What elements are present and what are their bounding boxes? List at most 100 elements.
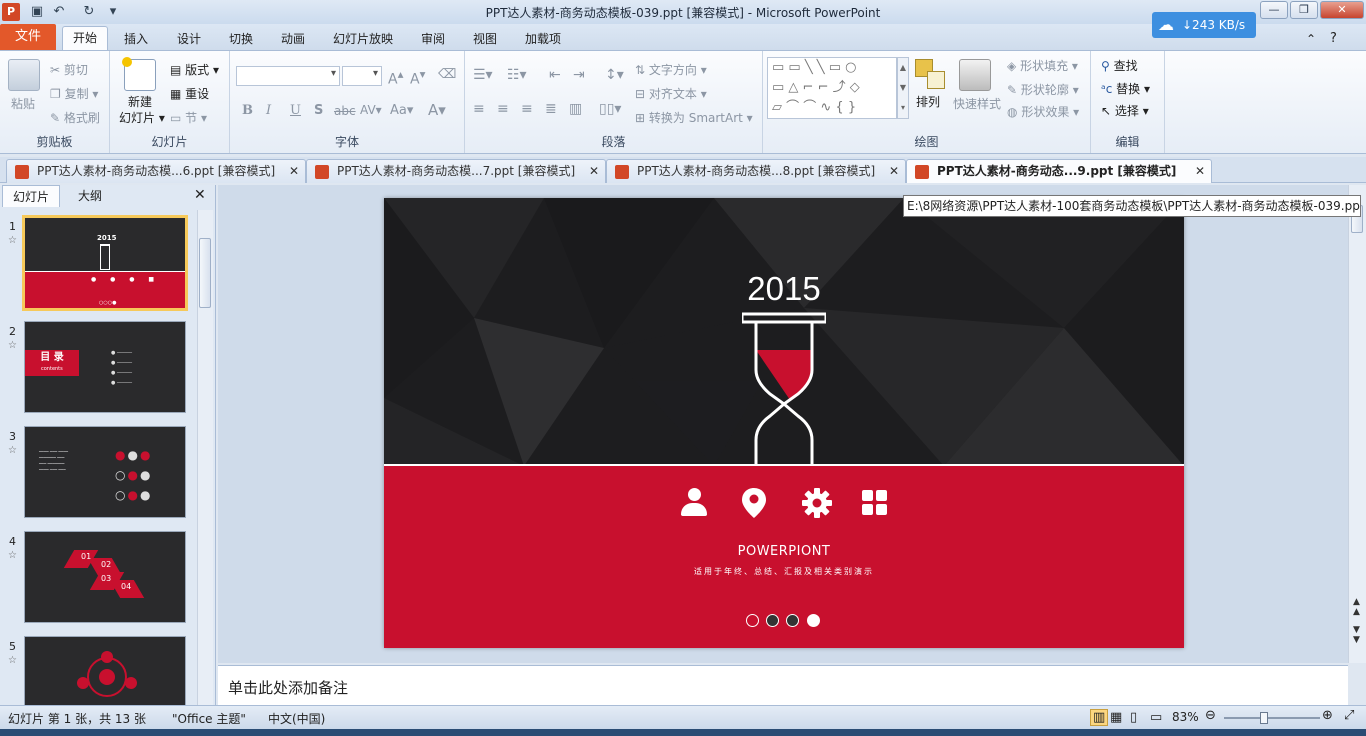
bullets-icon[interactable]: ☰▾ — [473, 67, 493, 83]
quick-styles-button[interactable]: 快速样式 — [953, 95, 1001, 112]
format-painter-button[interactable]: ✎ 格式刷 — [50, 109, 100, 126]
paste-icon[interactable] — [8, 59, 40, 91]
justify-icon[interactable]: ≣ — [545, 101, 557, 117]
font-name-dropdown[interactable]: ▾ — [236, 66, 340, 86]
help-icon[interactable]: ? — [1330, 28, 1337, 50]
align-text-button[interactable]: ⊟ 对齐文本 ▾ — [635, 85, 707, 102]
align-right-icon[interactable]: ≡ — [521, 101, 533, 117]
change-case-icon[interactable]: Aa▾ — [390, 103, 413, 118]
prev-slide-icon[interactable]: ▲ ▲ — [1353, 597, 1360, 617]
close-tab-icon[interactable]: ✕ — [289, 160, 299, 182]
font-size-dropdown[interactable]: ▾ — [342, 66, 382, 86]
underline-icon[interactable]: U — [290, 103, 301, 118]
zoom-level[interactable]: 83% — [1172, 710, 1199, 724]
notes-placeholder[interactable]: 单击此处添加备注 — [228, 677, 348, 698]
close-tab-icon[interactable]: ✕ — [589, 160, 599, 182]
shape-effects-button[interactable]: ◍ 形状效果 ▾ — [1007, 103, 1079, 120]
shape-outline-button[interactable]: ✎ 形状轮廓 ▾ — [1007, 81, 1079, 98]
doc-tab-9-active[interactable]: PPT达人素材-商务动态...9.ppt [兼容模式] ✕ — [906, 159, 1212, 183]
shadow-icon[interactable]: S — [314, 103, 323, 118]
close-button[interactable]: ✕ — [1320, 1, 1364, 19]
slideshow-view-icon[interactable]: ▭ — [1150, 710, 1162, 725]
italic-icon[interactable]: I — [266, 103, 271, 118]
new-slide-label-1[interactable]: 新建 — [128, 93, 152, 110]
slide-thumbnail-1[interactable]: 2015 ● ● ● ■ ○○○● — [22, 215, 188, 311]
slide-sorter-view-icon[interactable]: ▦ — [1110, 710, 1122, 725]
minimize-button[interactable]: — — [1260, 1, 1288, 19]
slides-pane-scrollbar[interactable] — [197, 210, 213, 705]
find-button[interactable]: ⚲ 查找 — [1101, 57, 1138, 74]
language-status[interactable]: 中文(中国) — [268, 710, 325, 727]
zoom-slider-thumb[interactable] — [1260, 712, 1268, 724]
tab-review[interactable]: 审阅 — [421, 28, 445, 50]
tab-design[interactable]: 设计 — [177, 28, 201, 50]
dot-active[interactable] — [807, 614, 820, 627]
arrange-button[interactable]: 排列 — [916, 93, 940, 110]
slide-thumbnail-4[interactable]: 01 02 03 04 — [24, 531, 186, 623]
grow-font-icon[interactable]: A▴ — [388, 67, 403, 88]
current-slide[interactable]: 2015 POWERPIONT 适用于年终、总结、汇报及相关类别演示 — [384, 198, 1184, 648]
maximize-button[interactable]: ❐ — [1290, 1, 1318, 19]
numbering-icon[interactable]: ☷▾ — [507, 67, 527, 83]
new-slide-icon[interactable] — [122, 57, 156, 91]
reset-button[interactable]: ▦ 重设 — [170, 85, 209, 102]
tab-transitions[interactable]: 切换 — [229, 28, 253, 50]
char-spacing-icon[interactable]: AV▾ — [360, 103, 382, 117]
arrange-icon[interactable] — [915, 59, 947, 91]
shape-fill-button[interactable]: ◈ 形状填充 ▾ — [1007, 57, 1078, 74]
align-left-icon[interactable]: ≡ — [473, 101, 485, 117]
dot[interactable] — [786, 614, 799, 627]
replace-button[interactable]: ᵃc 替换 ▾ — [1101, 80, 1150, 97]
tab-insert[interactable]: 插入 — [124, 28, 148, 50]
zoom-out-icon[interactable]: ⊖ — [1205, 708, 1216, 723]
zoom-slider[interactable] — [1224, 712, 1320, 724]
scroll-thumb[interactable] — [199, 238, 211, 308]
clear-format-icon[interactable]: ⌫ — [438, 67, 456, 82]
new-slide-label-2[interactable]: 幻灯片 ▾ — [119, 109, 165, 126]
doc-tab-6[interactable]: PPT达人素材-商务动态模...6.ppt [兼容模式] ✕ — [6, 159, 306, 183]
tab-file[interactable]: 文件 — [0, 24, 56, 50]
text-direction-button[interactable]: ⇅ 文字方向 ▾ — [635, 61, 707, 78]
font-color-icon[interactable]: A▾ — [428, 101, 446, 119]
zoom-in-icon[interactable]: ⊕ — [1322, 708, 1333, 723]
slide-thumbnail-3[interactable]: ━━━━ ━━━ ━━━━ ━━━━━━━ ━━━ ━━━ ━━━━━━━ ━━━━ … — [24, 426, 186, 518]
editor-scrollbar[interactable]: ▲ ▲ ▼ ▼ — [1348, 185, 1366, 663]
strikethrough-icon[interactable]: abc — [334, 104, 356, 118]
tab-slideshow[interactable]: 幻灯片放映 — [333, 28, 393, 50]
next-slide-icon[interactable]: ▼ ▼ — [1353, 625, 1360, 645]
shapes-gallery[interactable]: ▭ ▭ ╲ ╲ ▭ ○ ▭ △ ⌐ ⌐ ⤴ ◇ ▱ ⌒ ⌒ ∿ { } — [767, 57, 897, 119]
decrease-indent-icon[interactable]: ⇤ — [549, 67, 561, 83]
select-button[interactable]: ↖ 选择 ▾ — [1101, 102, 1149, 119]
quick-styles-icon[interactable] — [959, 59, 991, 91]
slide-thumbnail-2[interactable]: 目 录 contents ● ───── ● ───── ● ───── ● ────… — [24, 321, 186, 413]
line-spacing-icon[interactable]: ↕▾ — [605, 67, 624, 83]
slide-thumbnail-5[interactable] — [24, 636, 186, 705]
fit-to-window-icon[interactable]: ⤢ — [1344, 708, 1354, 723]
dot[interactable] — [746, 614, 759, 627]
tab-slides-list[interactable]: 幻灯片 — [2, 185, 61, 207]
cut-button[interactable]: ✂ 剪切 — [50, 61, 88, 78]
reading-view-icon[interactable]: ▯ — [1130, 710, 1137, 725]
align-center-icon[interactable]: ≡ — [497, 101, 509, 117]
bold-icon[interactable]: B — [242, 103, 253, 118]
section-button[interactable]: ▭ 节 ▾ — [170, 109, 207, 126]
tab-outline[interactable]: 大纲 — [68, 185, 112, 207]
copy-button[interactable]: ❐ 复制 ▾ — [50, 85, 98, 102]
convert-smartart-button[interactable]: ⊞ 转换为 SmartArt ▾ — [635, 109, 753, 126]
shapes-gallery-scroll[interactable]: ▲ ▼ ▾ — [897, 57, 909, 119]
close-tab-icon[interactable]: ✕ — [1195, 160, 1205, 182]
close-pane-icon[interactable]: ✕ — [194, 187, 206, 203]
minimize-ribbon-icon[interactable]: ⌃ — [1306, 28, 1316, 50]
tab-home[interactable]: 开始 — [62, 26, 108, 51]
columns-icon[interactable]: ▯▯▾ — [599, 101, 621, 117]
shrink-font-icon[interactable]: A▾ — [410, 67, 425, 88]
tab-view[interactable]: 视图 — [473, 28, 497, 50]
notes-pane[interactable]: 单击此处添加备注 — [218, 665, 1348, 705]
tab-animations[interactable]: 动画 — [281, 28, 305, 50]
dot[interactable] — [766, 614, 779, 627]
paste-button[interactable]: 粘贴 — [11, 95, 35, 112]
tab-addins[interactable]: 加载项 — [525, 28, 561, 50]
theme-status[interactable]: "Office 主题" — [172, 710, 246, 727]
layout-button[interactable]: ▤ 版式 ▾ — [170, 61, 219, 78]
distribute-icon[interactable]: ▥ — [569, 101, 582, 117]
